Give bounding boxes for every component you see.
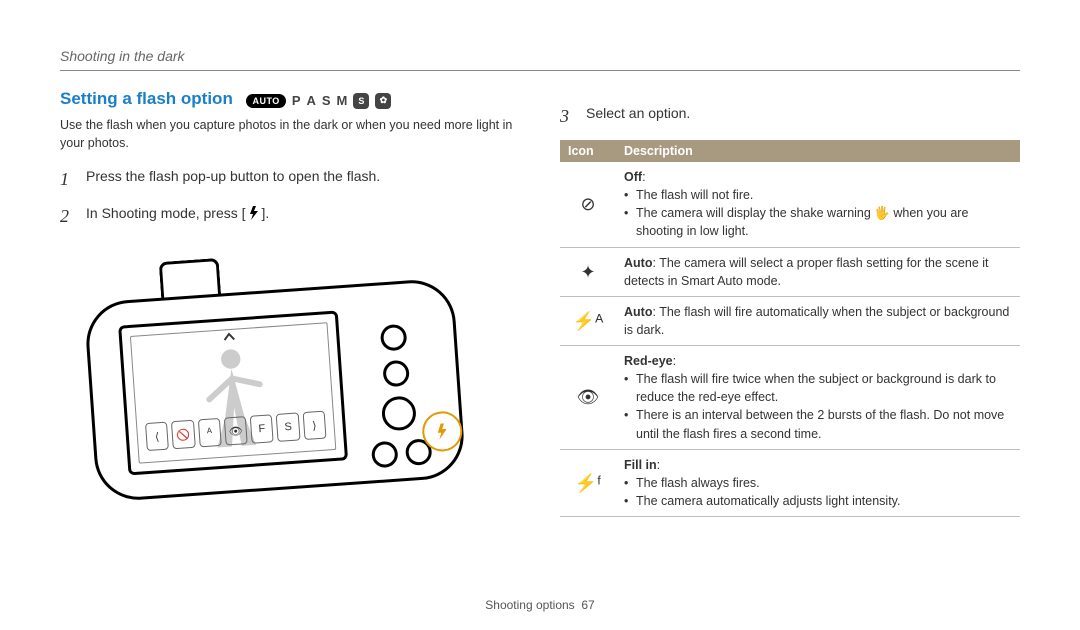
option-next-icon: ⟩ xyxy=(302,411,326,440)
camera-button-icon xyxy=(371,441,399,469)
divider xyxy=(60,70,1020,71)
mode-scene-icon: S xyxy=(353,93,369,109)
intro-text: Use the flash when you capture photos in… xyxy=(60,117,520,152)
mode-strip: AUTO P A S M S ✿ xyxy=(246,93,391,109)
smart-auto-icon: ✦ xyxy=(560,247,616,296)
step-text: Press the flash pop-up button to open th… xyxy=(86,166,380,193)
table-row: ✦Auto: The camera will select a proper f… xyxy=(560,247,1020,296)
red-eye-icon: 👁 xyxy=(560,346,616,450)
camera-button-icon xyxy=(380,324,408,352)
option-fill-icon: F xyxy=(250,414,274,443)
flash-options-table: Icon Description ⊘Off:The flash will not… xyxy=(560,140,1020,517)
option-off-icon: 🚫 xyxy=(171,420,195,449)
table-cell-description: Fill in:The flash always fires.The camer… xyxy=(616,449,1020,516)
bullet: There is an interval between the 2 burst… xyxy=(624,406,1012,442)
option-slow-icon: S xyxy=(276,412,300,441)
auto-mode-pill-icon: AUTO xyxy=(246,94,285,108)
step-number: 1 xyxy=(60,166,76,193)
option-redeye-icon: 👁 xyxy=(224,416,248,445)
step-1: 1 Press the flash pop-up button to open … xyxy=(60,166,520,193)
mode-a-icon: A xyxy=(306,93,315,108)
table-row: 👁Red-eye:The flash will fire twice when … xyxy=(560,346,1020,450)
camera-screen: ⟨ 🚫 ᴬ 👁 F S ⟩ xyxy=(118,310,348,475)
step-number: 3 xyxy=(560,103,576,130)
flash-icon xyxy=(435,423,450,440)
bullet: The camera will display the shake warnin… xyxy=(624,204,1012,240)
table-cell-description: Auto: The camera will select a proper fl… xyxy=(616,247,1020,296)
mode-m-icon: M xyxy=(337,93,348,108)
mode-p-icon: P xyxy=(292,93,301,108)
section-title: Setting a flash option xyxy=(60,89,233,109)
table-cell-description: Off:The flash will not fire.The camera w… xyxy=(616,162,1020,247)
camera-dpad-icon xyxy=(381,395,417,431)
mode-magic-icon: ✿ xyxy=(375,93,391,109)
step-2: 2 In Shooting mode, press []. xyxy=(60,203,520,230)
breadcrumb: Shooting in the dark xyxy=(60,48,1020,64)
flash-icon xyxy=(246,206,262,220)
table-cell-description: Red-eye:The flash will fire twice when t… xyxy=(616,346,1020,450)
bullet: The camera automatically adjusts light i… xyxy=(624,492,1012,510)
table-header-desc: Description xyxy=(616,140,1020,162)
bullet: The flash will not fire. xyxy=(624,186,1012,204)
bullet: The flash will fire twice when the subje… xyxy=(624,370,1012,406)
step-text: In Shooting mode, press []. xyxy=(86,203,269,230)
camera-button-icon xyxy=(382,360,410,388)
table-header-icon: Icon xyxy=(560,140,616,162)
mode-s-icon: S xyxy=(322,93,331,108)
table-row: ⚡ᴬAuto: The flash will fire automaticall… xyxy=(560,296,1020,345)
camera-illustration: ⟨ 🚫 ᴬ 👁 F S ⟩ xyxy=(70,250,500,510)
table-cell-description: Auto: The flash will fire automatically … xyxy=(616,296,1020,345)
page-footer: Shooting options 67 xyxy=(0,598,1080,612)
option-auto-icon: ᴬ xyxy=(197,418,221,447)
step-text: Select an option. xyxy=(586,103,690,130)
flash-auto-icon: ⚡ᴬ xyxy=(560,296,616,345)
bullet: The flash always fires. xyxy=(624,474,1012,492)
table-row: ⚡ᶠFill in:The flash always fires.The cam… xyxy=(560,449,1020,516)
option-prev-icon: ⟨ xyxy=(145,422,169,451)
table-row: ⊘Off:The flash will not fire.The camera … xyxy=(560,162,1020,247)
step-number: 2 xyxy=(60,203,76,230)
fill-in-icon: ⚡ᶠ xyxy=(560,449,616,516)
flash-off-icon: ⊘ xyxy=(560,162,616,247)
step-3: 3 Select an option. xyxy=(560,103,1020,130)
